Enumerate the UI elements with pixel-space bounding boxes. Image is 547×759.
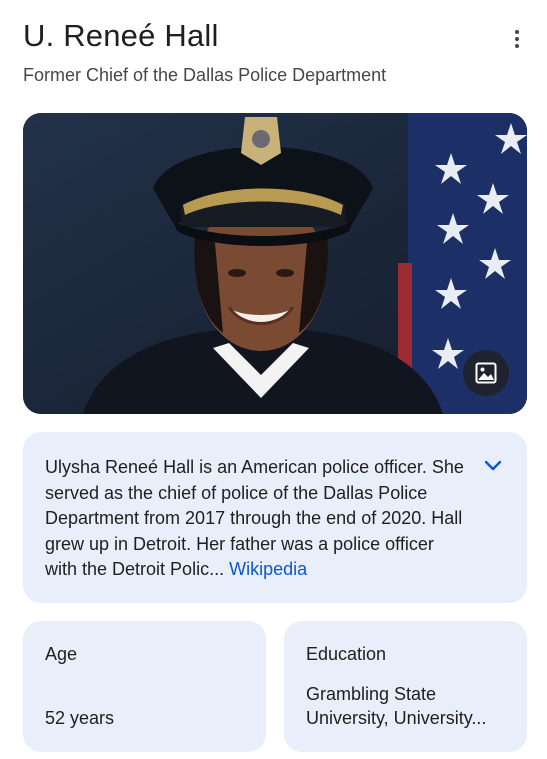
more-vertical-icon <box>515 30 519 34</box>
fact-value-education: Grambling State University, University..… <box>306 684 487 728</box>
chevron-down-icon <box>484 460 502 471</box>
expand-description-button[interactable] <box>481 456 505 476</box>
description-text: Ulysha Reneé Hall is an American police … <box>45 457 464 579</box>
fact-label-education: Education <box>306 644 387 664</box>
fact-card-education[interactable]: Education Grambling State University, Un… <box>284 621 527 752</box>
page-subtitle: Former Chief of the Dallas Police Depart… <box>23 65 387 85</box>
fact-value-age: 52 years <box>45 708 115 728</box>
view-image-button[interactable] <box>463 350 509 396</box>
image-icon <box>475 362 497 384</box>
profile-photo[interactable] <box>23 113 527 414</box>
page-title: U. Reneé Hall <box>23 18 219 53</box>
description-card[interactable]: Ulysha Reneé Hall is an American police … <box>23 432 527 603</box>
wikipedia-link[interactable]: Wikipedia <box>229 559 307 579</box>
more-options-button[interactable] <box>502 22 532 56</box>
fact-label-age: Age <box>45 644 78 664</box>
knowledge-panel: U. Reneé Hall Former Chief of the Dallas… <box>0 0 547 759</box>
fact-card-age[interactable]: Age 52 years <box>23 621 266 752</box>
portrait-illustration <box>23 113 527 414</box>
